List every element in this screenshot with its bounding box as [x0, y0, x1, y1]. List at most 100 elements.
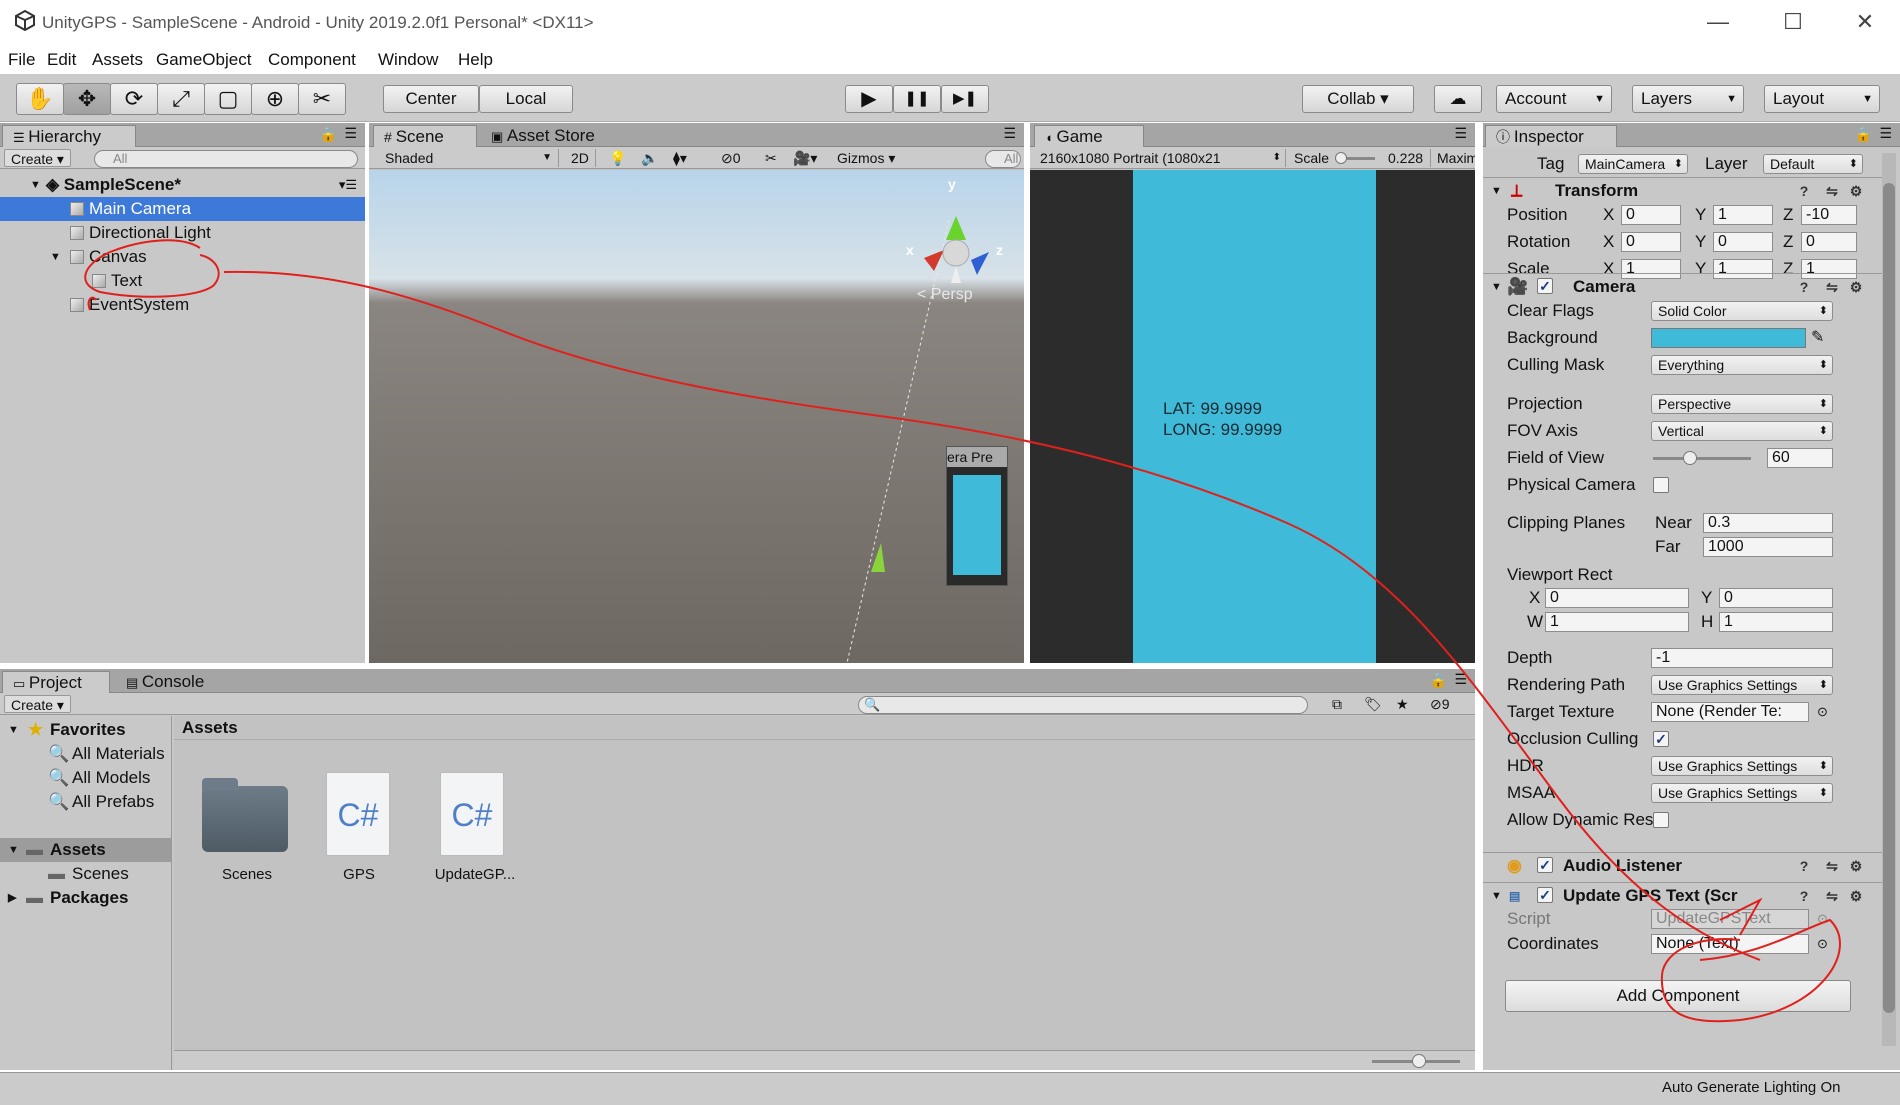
close-button[interactable]: ✕: [1836, 0, 1894, 46]
msaa-dropdown[interactable]: Use Graphics Settings: [1651, 783, 1833, 803]
scenes-folder-item[interactable]: ▬ Scenes: [0, 862, 171, 886]
inspector-scrollbar[interactable]: [1882, 153, 1896, 1046]
transform-tool-icon[interactable]: ⊕: [251, 83, 299, 115]
scene-viewport[interactable]: y x z < Persp era Pre: [369, 170, 1024, 663]
move-tool-icon[interactable]: ✥: [63, 83, 111, 115]
effects-toggle-icon[interactable]: ⧫▾: [667, 149, 693, 167]
scale-slider-thumb[interactable]: [1335, 152, 1347, 164]
favorite-all-prefabs[interactable]: 🔍 All Prefabs: [0, 790, 171, 814]
transform-header[interactable]: ▼ ⟂ Transform ? ⇋ ⚙: [1483, 177, 1883, 203]
rect-tool-icon[interactable]: ▢: [204, 83, 252, 115]
menu-help[interactable]: Help: [458, 50, 493, 70]
viewport-x-input[interactable]: 0: [1545, 588, 1689, 608]
layer-dropdown[interactable]: Default: [1763, 154, 1863, 174]
help-icon[interactable]: ?: [1795, 182, 1813, 200]
scene-search-input[interactable]: All: [985, 150, 1021, 168]
viewport-w-input[interactable]: 1: [1545, 612, 1689, 632]
menu-assets[interactable]: Assets: [92, 50, 143, 70]
object-picker-icon[interactable]: ⊙: [1817, 933, 1828, 955]
filter-by-label-icon[interactable]: 🏷: [1358, 695, 1388, 713]
hand-tool-icon[interactable]: ✋: [16, 83, 64, 115]
tab-project[interactable]: ▭ Project: [2, 671, 110, 693]
target-texture-field[interactable]: None (Render Te:: [1651, 702, 1809, 722]
packages-item[interactable]: ▶ ▬ Packages: [0, 886, 171, 910]
dynamic-resolution-checkbox[interactable]: [1653, 812, 1669, 828]
favorites-item[interactable]: ▼ ★ Favorites: [0, 718, 171, 742]
projection-dropdown[interactable]: Perspective: [1651, 394, 1833, 414]
help-icon[interactable]: ?: [1795, 857, 1813, 875]
audio-toggle-icon[interactable]: 🔈: [635, 149, 664, 167]
tab-game[interactable]: ◖ Game: [1034, 125, 1144, 147]
resolution-dropdown[interactable]: 2160x1080 Portrait (1080x21 ⬍: [1034, 149, 1286, 167]
object-picker-icon[interactable]: ⊙: [1817, 701, 1828, 723]
favorite-all-materials[interactable]: 🔍 All Materials: [0, 742, 171, 766]
preset-icon[interactable]: ⇋: [1823, 887, 1841, 905]
viewport-y-input[interactable]: 0: [1719, 588, 1833, 608]
perspective-label[interactable]: < Persp: [917, 286, 973, 304]
custom-tool-icon[interactable]: ✂: [298, 83, 346, 115]
space-local-button[interactable]: Local: [479, 85, 573, 113]
transform-z-input[interactable]: 0: [1801, 232, 1857, 252]
maximize-button[interactable]: ☐: [1764, 0, 1822, 46]
help-icon[interactable]: ?: [1795, 887, 1813, 905]
create-button[interactable]: Create ▾: [4, 695, 71, 713]
hidden-packages-toggle[interactable]: ⊘9: [1424, 695, 1456, 713]
tab-scene[interactable]: # Scene: [373, 125, 477, 147]
audio-listener-enabled-checkbox[interactable]: ✓: [1537, 857, 1553, 873]
lock-icon[interactable]: 🔒: [1855, 126, 1872, 143]
viewport-h-input[interactable]: 1: [1719, 612, 1833, 632]
hdr-dropdown[interactable]: Use Graphics Settings: [1651, 756, 1833, 776]
favorite-all-models[interactable]: 🔍 All Models: [0, 766, 171, 790]
add-component-button[interactable]: Add Component: [1505, 980, 1851, 1012]
fov-input[interactable]: 60: [1767, 448, 1833, 468]
shading-mode-dropdown[interactable]: Shaded ▼: [379, 149, 559, 167]
near-input[interactable]: 0.3: [1703, 513, 1833, 533]
fov-axis-dropdown[interactable]: Vertical: [1651, 421, 1833, 441]
create-button[interactable]: Create ▾: [4, 149, 71, 167]
layers-dropdown[interactable]: Layers ▼: [1632, 85, 1744, 113]
preset-icon[interactable]: ⇋: [1823, 182, 1841, 200]
panel-menu-icon[interactable]: ☰: [1454, 671, 1467, 688]
panel-menu-icon[interactable]: ☰: [1454, 125, 1467, 142]
assets-root-item[interactable]: ▼ ▬ Assets: [0, 838, 171, 862]
2d-toggle[interactable]: 2D: [565, 149, 596, 167]
preset-icon[interactable]: ⇋: [1823, 857, 1841, 875]
maximize-on-play-toggle[interactable]: Maxim: [1430, 149, 1475, 167]
panel-menu-icon[interactable]: ☰: [344, 125, 357, 142]
tab-hierarchy[interactable]: ☰ Hierarchy: [2, 125, 136, 147]
cloud-icon[interactable]: ☁: [1434, 85, 1482, 113]
account-dropdown[interactable]: Account ▼: [1496, 85, 1612, 113]
camera-settings-icon[interactable]: 🎥▾: [787, 149, 823, 167]
update-gps-text-enabled-checkbox[interactable]: ✓: [1537, 887, 1553, 903]
scene-gizmo[interactable]: [369, 170, 1024, 663]
fov-slider[interactable]: [1653, 451, 1751, 465]
occlusion-culling-checkbox[interactable]: ✓: [1653, 731, 1669, 747]
tag-dropdown[interactable]: MainCamera: [1578, 154, 1688, 174]
gizmos-dropdown[interactable]: Gizmos ▾: [831, 149, 901, 167]
eyedropper-icon[interactable]: ✎: [1811, 327, 1824, 349]
icon-size-slider-thumb[interactable]: [1412, 1054, 1426, 1068]
hierarchy-item-eventsystem[interactable]: EventSystem: [0, 293, 365, 317]
menu-gameobject[interactable]: GameObject: [156, 50, 251, 70]
tab-inspector[interactable]: ⓘ Inspector: [1485, 125, 1617, 147]
coordinates-field[interactable]: None (Text): [1651, 934, 1809, 954]
layout-dropdown[interactable]: Layout ▼: [1764, 85, 1880, 113]
hierarchy-item-canvas[interactable]: ▼ Canvas: [0, 245, 365, 269]
play-button[interactable]: ▶: [845, 85, 893, 113]
pivot-center-button[interactable]: Center: [383, 85, 479, 113]
culling-mask-dropdown[interactable]: Everything: [1651, 355, 1833, 375]
asset-scenes[interactable]: Scenes: [192, 762, 292, 883]
scale-slider[interactable]: [1335, 152, 1375, 164]
tab-asset-store[interactable]: ▣ Asset Store: [481, 125, 605, 147]
scale-tool-icon[interactable]: ⤢: [157, 83, 205, 115]
far-input[interactable]: 1000: [1703, 537, 1833, 557]
gear-icon[interactable]: ⚙: [1847, 278, 1865, 296]
camera-header[interactable]: ▼ 🎥 ✓ Camera ? ⇋ ⚙: [1483, 273, 1883, 299]
hierarchy-item-text[interactable]: Text: [0, 269, 365, 293]
gear-icon[interactable]: ⚙: [1847, 887, 1865, 905]
icon-size-slider[interactable]: [1372, 1054, 1460, 1068]
scene-root-item[interactable]: ▼ ◈ SampleScene* ▾☰: [0, 173, 365, 197]
tab-console[interactable]: ▤ Console: [116, 671, 214, 693]
transform-x-input[interactable]: 0: [1621, 232, 1681, 252]
hierarchy-item-main-camera[interactable]: Main Camera: [0, 197, 365, 221]
